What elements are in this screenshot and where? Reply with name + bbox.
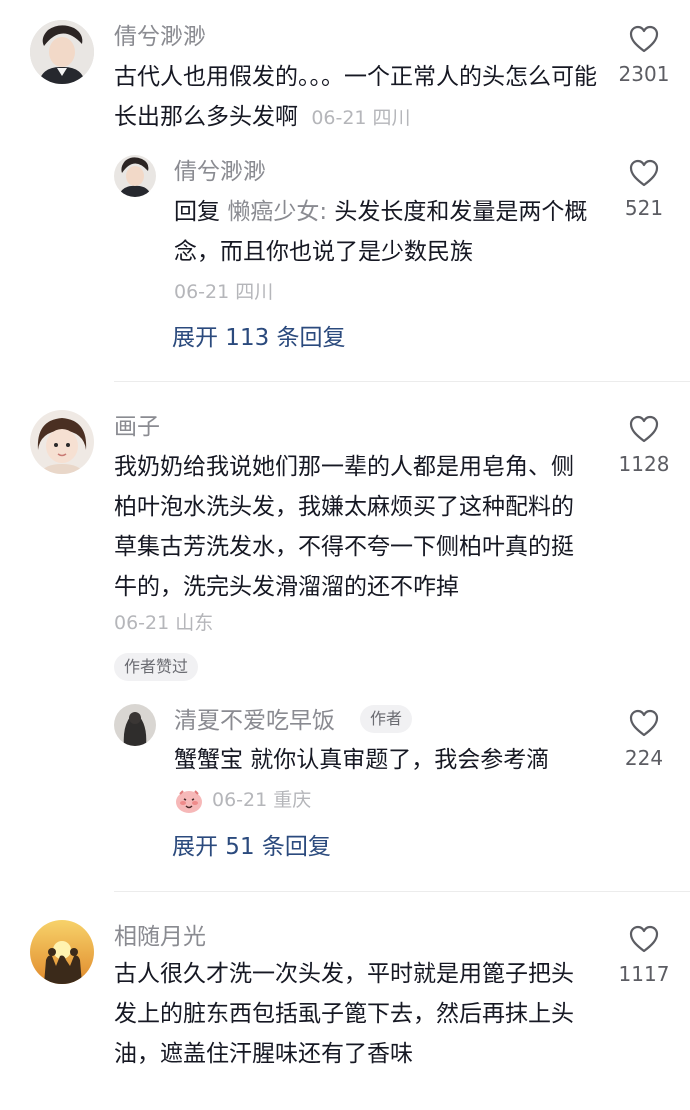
avatar[interactable]	[30, 410, 94, 474]
comment-item: 倩兮渺渺 古代人也用假发的。。。一个正常人的头怎么可能长出那么多头发啊 06-2…	[0, 0, 690, 380]
like-button[interactable]: 2301	[604, 24, 684, 86]
comment-text: 古人很久才洗一次头发，平时就是用篦子把头发上的脏东西包括虱子篦下去，然后再抹上头…	[114, 961, 574, 1067]
expand-replies-button[interactable]: 展开 51 条回复	[172, 832, 331, 862]
blushing-face-emoji	[174, 788, 204, 814]
reply-like-button[interactable]: 521	[604, 158, 684, 220]
reply-avatar[interactable]	[114, 704, 156, 746]
comment-meta: 06-21 山东	[114, 612, 214, 634]
like-count: 521	[624, 196, 664, 220]
like-button[interactable]: 1117	[604, 924, 684, 986]
avatar[interactable]	[30, 920, 94, 984]
reply-avatar[interactable]	[114, 155, 156, 197]
comment-text: 我奶奶给我说她们那一辈的人都是用皂角、侧柏叶泡水洗头发，我嫌太麻烦买了这种配料的…	[114, 454, 574, 600]
heart-outline-icon	[629, 25, 659, 53]
avatar[interactable]	[30, 20, 94, 84]
reply-like-button[interactable]: 224	[604, 708, 684, 770]
expand-replies-button[interactable]: 展开 113 条回复	[172, 323, 346, 353]
heart-outline-icon	[629, 159, 659, 187]
bottom-fade	[0, 1088, 690, 1110]
comment-text: 古代人也用假发的。。。一个正常人的头怎么可能长出那么多头发啊 06-21 四川	[114, 57, 604, 137]
comment-meta: 06-21 四川	[311, 107, 411, 129]
comment-username[interactable]: 倩兮渺渺	[114, 22, 206, 52]
reply-meta: 06-21 四川	[174, 281, 274, 303]
comment-username[interactable]: 画子	[114, 412, 160, 442]
like-button[interactable]: 1128	[604, 414, 684, 476]
heart-outline-icon	[629, 925, 659, 953]
heart-outline-icon	[629, 709, 659, 737]
comment-item: 画子 我奶奶给我说她们那一辈的人都是用皂角、侧柏叶泡水洗头发，我嫌太麻烦买了这种…	[0, 382, 690, 890]
reply-meta: 06-21 重庆	[174, 785, 311, 815]
reply-mention[interactable]: 懒癌少女:	[227, 199, 327, 225]
like-count: 1117	[618, 962, 670, 986]
reply-prefix: 回复	[174, 199, 220, 225]
author-liked-badge: 作者赞过	[114, 653, 199, 681]
comment-item: 相随月光 古人很久才洗一次头发，平时就是用篦子把头发上的脏东西包括虱子篦下去，然…	[0, 892, 690, 1110]
heart-outline-icon	[629, 415, 659, 443]
reply-username[interactable]: 倩兮渺渺	[174, 157, 266, 187]
like-count: 1128	[618, 452, 670, 476]
reply-username[interactable]: 清夏不爱吃早饭	[174, 706, 335, 736]
author-tag: 作者	[360, 705, 413, 733]
like-count: 224	[624, 746, 664, 770]
reply-text: 蟹蟹宝 就你认真审题了，我会参考滴	[174, 747, 550, 773]
like-count: 2301	[618, 62, 670, 86]
comment-username[interactable]: 相随月光	[114, 922, 206, 952]
reply-meta-text: 06-21 重庆	[212, 789, 312, 811]
reply-text: 回复 懒癌少女: 头发长度和发量是两个概念，而且你也说了是少数民族	[174, 192, 594, 272]
